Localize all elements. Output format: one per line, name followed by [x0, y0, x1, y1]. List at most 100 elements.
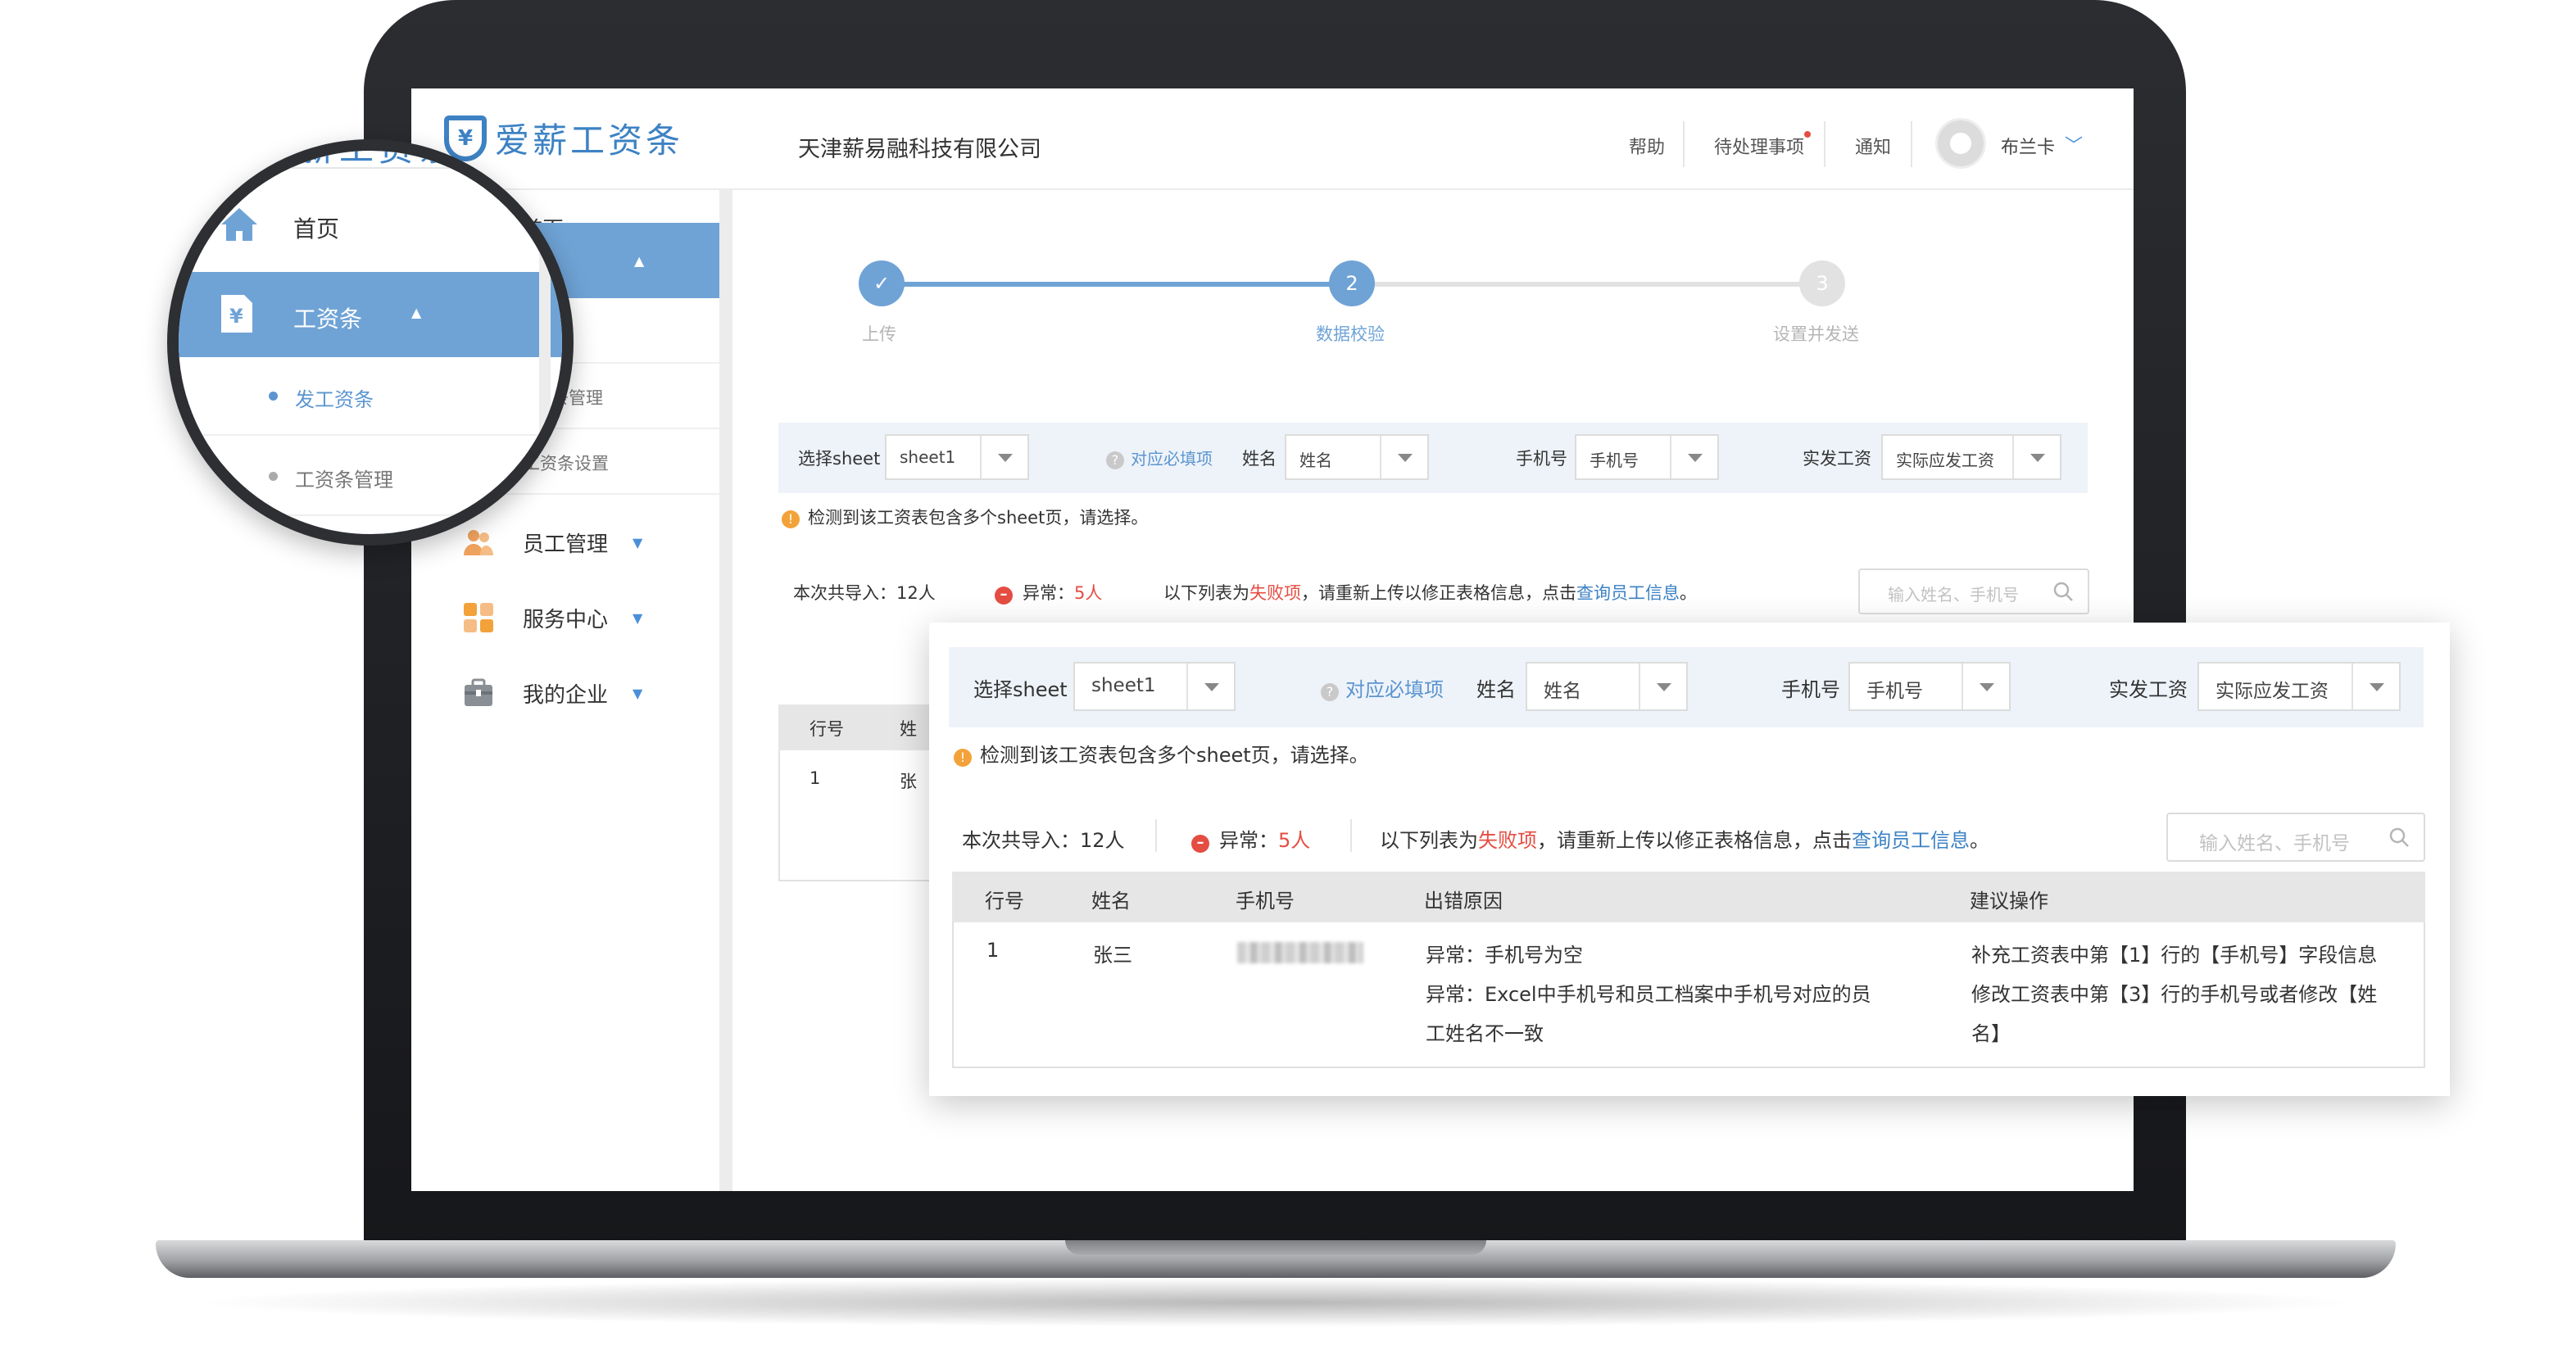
help-link[interactable]: 帮助 — [1629, 133, 1665, 159]
name-select[interactable]: 姓名 — [1526, 662, 1688, 711]
sidebar-item-label: 服务中心 — [523, 607, 609, 632]
caret-down-icon: ▼ — [633, 534, 643, 550]
hint-prefix: 以下列表为 — [1163, 583, 1249, 603]
table-header: 行号 姓名 手机号 出错原因 建议操作 — [952, 872, 2425, 922]
sidebar-item-label: 我的企业 — [523, 682, 609, 708]
col-action-header: 建议操作 — [1970, 890, 2048, 913]
sheet-select[interactable]: sheet1 — [1073, 662, 1236, 711]
sheet-select-value: sheet1 — [1091, 675, 1156, 696]
cell-row: 1 — [810, 768, 821, 788]
sheet-label: 选择sheet — [973, 678, 1068, 701]
phone-label: 手机号 — [1516, 449, 1567, 469]
sidebar-item-service[interactable]: 服务中心 ▼ — [411, 580, 719, 655]
header-divider — [1911, 121, 1912, 167]
abnormal-number: 5人 — [1074, 583, 1103, 603]
filter-bar-zoomed: 选择sheet sheet1 ? 对应必填项 姓名 姓名 手机号 手机号 实发工资… — [949, 647, 2424, 727]
sheet-label: 选择sheet — [798, 449, 881, 469]
hint-middle: ，请重新上传以修正表格信息，点击 — [1537, 829, 1852, 852]
caret-down-icon: ▼ — [633, 685, 643, 701]
sidebar-item-home[interactable]: 首页 — [179, 183, 562, 265]
abnormal-count: – 异常：5人 — [1191, 824, 1310, 853]
top-header: ¥ 爱薪工资条 天津薪易融科技有限公司 帮助 待处理事项 通知 布兰卡 ﹀ — [411, 88, 2134, 190]
header-divider — [1824, 121, 1825, 167]
phone-select[interactable]: 手机号 — [1848, 662, 2011, 711]
user-name[interactable]: 布兰卡 — [2001, 133, 2055, 159]
header-divider — [1683, 121, 1685, 167]
chevron-down-icon — [1186, 664, 1234, 709]
cell-name: 张三 — [1093, 944, 1132, 967]
chevron-down-icon — [1639, 664, 1686, 709]
home-icon — [221, 208, 257, 241]
salary-select-value: 实际应发工资 — [1896, 451, 1994, 470]
warning-icon: ! — [954, 749, 972, 767]
abnormal-prefix: 异常： — [1219, 829, 1278, 852]
cell-reason-line: 异常：手机号为空 — [1426, 944, 1583, 967]
step-progress-line — [882, 282, 1357, 287]
salary-label: 实发工资 — [1803, 449, 1871, 469]
sidebar-item-enterprise[interactable]: 我的企业 ▼ — [411, 655, 719, 731]
required-fields-text: 对应必填项 — [1131, 449, 1213, 469]
document-yen-icon: ¥ — [221, 295, 252, 333]
name-select[interactable]: 姓名 — [1285, 434, 1429, 480]
name-label: 姓名 — [1242, 449, 1277, 469]
search-input[interactable]: 输入姓名、手机号 — [2166, 813, 2425, 862]
fail-hint: 以下列表为失败项，请重新上传以修正表格信息，点击查询员工信息。 — [1380, 824, 1989, 853]
step-2-label: 数据校验 — [1316, 324, 1385, 344]
import-count: 本次共导入：12人 — [793, 583, 936, 603]
briefcase-icon — [465, 678, 492, 706]
import-count: 本次共导入：12人 — [962, 829, 1125, 852]
sidebar-item-label: 工资条 — [293, 306, 363, 333]
sidebar-subitem-send[interactable]: 发工资条 — [179, 357, 562, 436]
salary-label: 实发工资 — [2109, 678, 2188, 701]
notify-link[interactable]: 通知 — [1855, 133, 1891, 159]
pending-badge-dot — [1804, 131, 1811, 138]
salary-select[interactable]: 实际应发工资 — [1881, 434, 2061, 480]
abnormal-number: 5人 — [1278, 829, 1311, 852]
sidebar-subitem-manage[interactable]: 工资条管理 — [179, 437, 562, 516]
col-phone-header: 手机号 — [1236, 890, 1295, 913]
required-fields-link[interactable]: ? 对应必填项 — [1321, 673, 1444, 702]
cell-action-line: 修改工资表中第【3】行的手机号或者修改【姓 — [1971, 983, 2378, 1006]
sheet-select[interactable]: sheet1 — [885, 434, 1029, 480]
hint-end: 。 — [1970, 829, 1989, 852]
cell-action-line: 名】 — [1971, 1022, 2011, 1045]
bullet-icon — [269, 472, 278, 481]
step-3-circle: 3 — [1799, 260, 1845, 306]
chevron-down-icon — [2012, 436, 2060, 478]
sidebar-item-payslip[interactable]: ¥ 工资条 ▲ — [179, 272, 562, 357]
caret-up-icon: ▲ — [411, 305, 422, 320]
hint-fail-word: 失败项 — [1478, 829, 1537, 852]
avatar-icon — [1950, 133, 1971, 154]
help-icon: ? — [1321, 683, 1339, 701]
search-placeholder: 输入姓名、手机号 — [1888, 585, 2019, 605]
sidebar-subitem-label: 工资条管理 — [295, 469, 393, 491]
search-icon — [2389, 827, 2409, 847]
query-staff-link[interactable]: 查询员工信息 — [1576, 583, 1680, 603]
caret-down-icon: ▼ — [633, 609, 643, 626]
error-icon: – — [1191, 835, 1209, 853]
cell-reason-line: 异常：Excel中手机号和员工档案中手机号对应的员 — [1426, 983, 1871, 1006]
chevron-down-icon — [1961, 664, 2009, 709]
cell-name: 张 — [900, 772, 917, 791]
phone-select[interactable]: 手机号 — [1575, 434, 1719, 480]
user-avatar[interactable] — [1935, 118, 1986, 169]
pending-link[interactable]: 待处理事项 — [1714, 133, 1804, 159]
chevron-down-icon — [2352, 664, 2399, 709]
chevron-down-icon[interactable]: ﹀ — [2065, 131, 2083, 157]
col-row-header: 行号 — [985, 890, 1024, 913]
step-1-check-icon: ✓ — [859, 260, 905, 306]
chevron-down-icon — [1380, 436, 1427, 478]
required-fields-text: 对应必填项 — [1345, 678, 1444, 701]
table-row: 1 张三 异常：手机号为空 异常：Excel中手机号和员工档案中手机号对应的员 … — [952, 922, 2425, 1068]
divider — [179, 167, 562, 169]
hint-end: 。 — [1680, 583, 1697, 603]
required-fields-link[interactable]: ? 对应必填项 — [1106, 446, 1213, 469]
salary-select[interactable]: 实际应发工资 — [2197, 662, 2401, 711]
query-staff-link[interactable]: 查询员工信息 — [1852, 829, 1970, 852]
sheet-select-value: sheet1 — [900, 447, 956, 467]
error-icon: – — [995, 587, 1013, 605]
multi-sheet-text: 检测到该工资表包含多个sheet页，请选择。 — [808, 508, 1149, 528]
search-input[interactable]: 输入姓名、手机号 — [1858, 568, 2089, 614]
hint-prefix: 以下列表为 — [1380, 829, 1478, 852]
chevron-down-icon — [1670, 436, 1717, 478]
